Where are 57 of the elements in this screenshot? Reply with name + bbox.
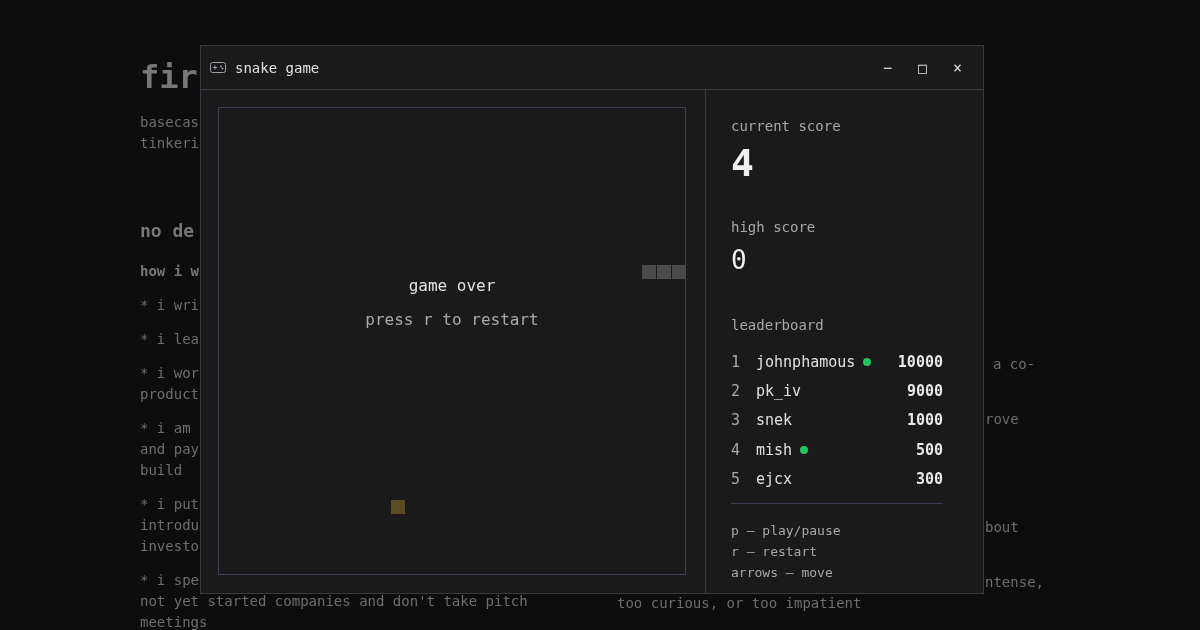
key-hint: p – play/pause xyxy=(731,522,842,541)
player-name: johnphamous xyxy=(756,352,856,371)
player-score: 300 xyxy=(915,469,943,488)
text-line: rove xyxy=(985,410,1019,429)
game-over-message: game over xyxy=(408,275,496,297)
key-hint: r – restart xyxy=(731,543,819,562)
gamepad-icon xyxy=(210,62,226,73)
text-line: investo xyxy=(140,537,199,556)
player-score: 9000 xyxy=(906,381,943,400)
close-button[interactable]: × xyxy=(940,52,975,83)
text-line: meetings xyxy=(140,613,208,630)
minimize-button[interactable]: − xyxy=(870,52,905,83)
text-line: * i wor xyxy=(140,364,199,383)
player-score: 10000 xyxy=(897,352,943,371)
snake-segment xyxy=(642,265,656,279)
text-line: too curious, or too impatient xyxy=(617,594,862,613)
text-line: * i put xyxy=(140,495,199,514)
text-line: * i spe xyxy=(140,571,199,590)
text-line: ntense, xyxy=(985,573,1044,592)
leaderboard-heading: leaderboard xyxy=(731,316,825,335)
score-label: high score xyxy=(731,218,817,237)
text-line: tinkeri xyxy=(140,134,199,153)
text-line: * i lea xyxy=(140,330,199,349)
rank-number: 5 xyxy=(731,469,742,488)
snake-segment xyxy=(657,265,671,279)
section-heading: no de xyxy=(140,219,195,243)
rank-number: 1 xyxy=(731,352,742,371)
maximize-button[interactable]: □ xyxy=(905,52,940,83)
score-label: current score xyxy=(731,117,842,136)
player-name: snek xyxy=(756,411,793,430)
text-line: bout xyxy=(985,518,1019,537)
text-line: build xyxy=(140,461,183,480)
player-score: 500 xyxy=(915,440,943,459)
current-score: 4 xyxy=(731,140,755,187)
rank-number: 3 xyxy=(731,411,742,430)
rank-number: 2 xyxy=(731,381,742,400)
player-name: pk_iv xyxy=(756,381,802,400)
text-line: not yet started companies and don't take pitch xyxy=(140,592,528,611)
subheading: how i w xyxy=(140,262,199,281)
player-name: ejcx xyxy=(756,469,793,488)
snake-segment xyxy=(672,265,686,279)
page-title: fir xyxy=(140,57,198,97)
key-hint: arrows – move xyxy=(731,564,834,583)
text-line: * i am xyxy=(140,419,191,438)
text-line: a co- xyxy=(993,355,1036,374)
restart-hint: press r to restart xyxy=(365,309,539,331)
player-score: 1000 xyxy=(906,411,943,430)
high-score: 0 xyxy=(731,244,748,277)
text-line: basecas xyxy=(140,113,199,132)
player-name: mish xyxy=(756,440,793,459)
text-line: * i wri xyxy=(140,296,199,315)
text-line: and pay xyxy=(140,440,199,459)
rank-number: 4 xyxy=(731,440,742,459)
text-line: introdu xyxy=(140,516,199,535)
food-pellet xyxy=(391,500,405,514)
text-line: product xyxy=(140,385,199,404)
window-title: snake game xyxy=(235,59,320,76)
